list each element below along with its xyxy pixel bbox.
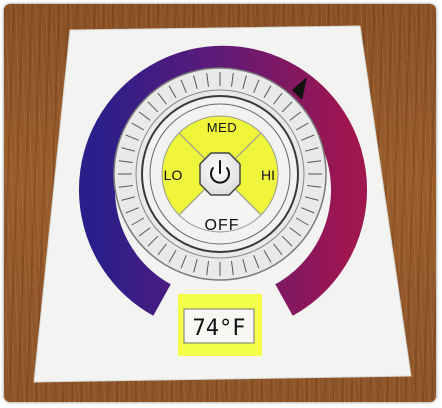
mode-label-lo: LO [164,167,183,183]
wood-table-background: MED LO HI OFF 74°F [4,4,436,402]
mode-label-off: OFF [205,217,240,234]
thermostat-model-scene: MED LO HI OFF 74°F [33,25,412,383]
mode-label-med: MED [207,120,237,135]
temperature-value: 74°F [193,316,246,341]
mode-label-hi: HI [261,167,275,183]
